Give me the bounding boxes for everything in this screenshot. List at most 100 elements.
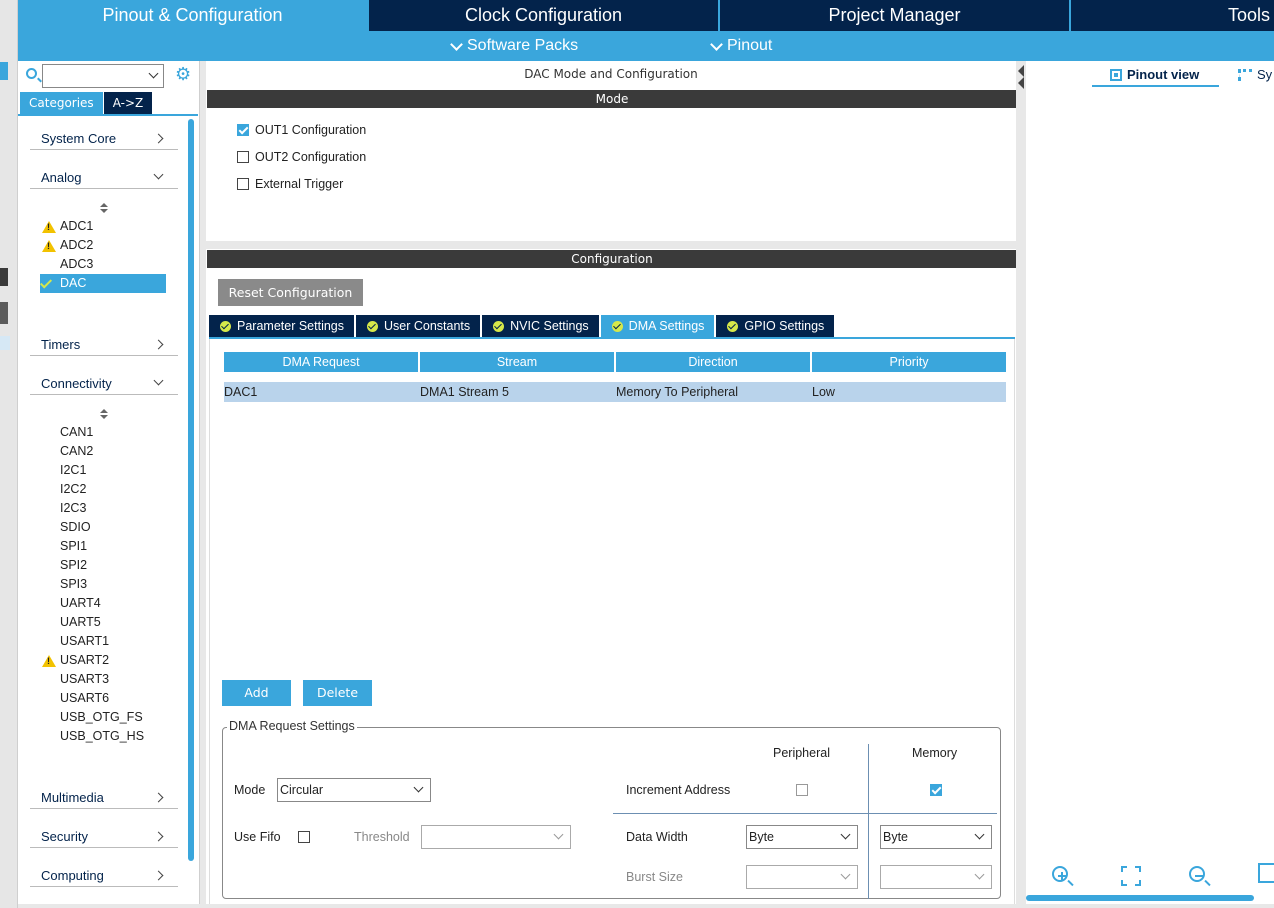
zoom-in-icon[interactable] (1052, 866, 1074, 888)
ok-icon (611, 320, 623, 332)
add-button[interactable]: Add (222, 680, 291, 706)
sort-icon[interactable] (100, 203, 108, 215)
list-item-uart5[interactable]: UART5 (40, 613, 166, 632)
list-item-adc1[interactable]: ADC1 (40, 217, 166, 236)
external-trigger-checkbox[interactable]: External Trigger (237, 177, 343, 191)
list-item-label: CAN2 (60, 444, 94, 458)
sort-icon[interactable] (100, 409, 108, 421)
increment-peripheral-checkbox[interactable] (796, 784, 808, 796)
tab-clock-configuration[interactable]: Clock Configuration (369, 0, 720, 31)
tab-gpio-settings[interactable]: GPIO Settings (716, 315, 835, 337)
table-cell: Memory To Peripheral (616, 385, 739, 399)
layout-icon[interactable] (1258, 863, 1274, 883)
reset-configuration-button[interactable]: Reset Configuration (218, 279, 363, 306)
list-item-label: SPI2 (60, 558, 88, 572)
tab-project-manager[interactable]: Project Manager (720, 0, 1071, 31)
list-item-spi3[interactable]: SPI3 (40, 575, 166, 594)
burst-size-memory-select[interactable] (880, 865, 992, 889)
threshold-select[interactable] (421, 825, 571, 849)
category-system-core[interactable]: System Core (30, 128, 178, 150)
list-item-uart4[interactable]: UART4 (40, 594, 166, 613)
list-item-i2c3[interactable]: I2C3 (40, 499, 166, 518)
tab-a-to-z[interactable]: A->Z (103, 92, 153, 114)
chevron-down-icon[interactable] (148, 68, 159, 79)
list-item-can2[interactable]: CAN2 (40, 442, 166, 461)
list-item-usart2[interactable]: USART2 (40, 651, 166, 670)
tab-pinout-view[interactable]: Pinout view (1110, 67, 1199, 82)
ok-icon (220, 320, 231, 332)
tab-user-constants[interactable]: User Constants (356, 315, 481, 337)
search-input[interactable] (42, 64, 164, 88)
out1-configuration-checkbox[interactable]: OUT1 Configuration (237, 123, 366, 137)
list-item-usart3[interactable]: USART3 (40, 670, 166, 689)
data-width-memory-select[interactable]: Byte (880, 825, 992, 849)
tab-nvic-settings[interactable]: NVIC Settings (482, 315, 599, 337)
tab-tools[interactable]: Tools (1071, 0, 1274, 31)
tab-system-view[interactable]: Sy (1238, 67, 1272, 82)
list-item-label: SPI1 (60, 539, 88, 553)
burst-size-peripheral-select[interactable] (746, 865, 858, 889)
fit-to-screen-icon[interactable] (1121, 866, 1143, 888)
pinout-menu[interactable]: Pinout (710, 37, 772, 55)
tab-dma-settings[interactable]: DMA Settings (600, 315, 715, 337)
data-width-peripheral-select[interactable]: Byte (746, 825, 858, 849)
category-label: Multimedia (41, 790, 104, 805)
tab-parameter-settings[interactable]: Parameter Settings (209, 315, 354, 337)
category-analog[interactable]: Analog (30, 167, 178, 189)
threshold-label: Threshold (354, 830, 410, 844)
column-header[interactable]: Direction (616, 352, 810, 372)
column-header[interactable]: DMA Request (224, 352, 418, 372)
category-connectivity[interactable]: Connectivity (30, 373, 178, 395)
category-label: Connectivity (41, 376, 112, 391)
list-item-label: SDIO (60, 520, 91, 534)
category-security[interactable]: Security (30, 826, 178, 848)
category-label: Timers (41, 337, 81, 352)
zoom-out-icon[interactable] (1189, 866, 1211, 888)
tab-categories[interactable]: Categories (20, 92, 103, 114)
list-item-usb-otg-fs[interactable]: USB_OTG_FS (40, 708, 166, 727)
gear-icon[interactable]: ⚙ (175, 66, 193, 84)
chevron-down-icon (840, 829, 851, 840)
list-item-label: USB_OTG_FS (60, 710, 143, 724)
list-item-adc3[interactable]: ADC3 (40, 255, 166, 274)
chevron-right-icon (153, 339, 164, 350)
list-item-i2c2[interactable]: I2C2 (40, 480, 166, 499)
collapse-panel-handle[interactable] (1016, 61, 1026, 904)
horizontal-scrollbar[interactable] (1026, 895, 1254, 901)
list-item-spi1[interactable]: SPI1 (40, 537, 166, 556)
checkbox-unchecked[interactable] (237, 178, 249, 190)
list-item-label: ADC1 (60, 219, 94, 233)
out2-configuration-checkbox[interactable]: OUT2 Configuration (237, 150, 366, 164)
category-timers[interactable]: Timers (30, 334, 178, 356)
delete-button[interactable]: Delete (303, 680, 372, 706)
category-multimedia[interactable]: Multimedia (30, 787, 178, 809)
chevron-down-icon (153, 375, 164, 386)
column-header[interactable]: Stream (420, 352, 614, 372)
fieldset-legend: DMA Request Settings (227, 719, 357, 733)
section-splitter[interactable] (206, 241, 1018, 249)
list-item-dac[interactable]: DAC (39, 274, 166, 293)
category-computing[interactable]: Computing (30, 865, 178, 887)
list-item-usb-otg-hs[interactable]: USB_OTG_HS (40, 727, 166, 746)
chip-icon (1110, 68, 1122, 81)
vertical-scrollbar[interactable] (188, 119, 194, 861)
list-item-label: USB_OTG_HS (60, 729, 145, 743)
list-item-i2c1[interactable]: I2C1 (40, 461, 166, 480)
list-item-spi2[interactable]: SPI2 (40, 556, 166, 575)
checkbox-unchecked[interactable] (237, 151, 249, 163)
column-header[interactable]: Priority (812, 352, 1006, 372)
list-item-usart1[interactable]: USART1 (40, 632, 166, 651)
table-cell: DAC1 (224, 385, 258, 399)
list-item-sdio[interactable]: SDIO (40, 518, 166, 537)
checkbox-checked[interactable] (237, 124, 249, 136)
table-row[interactable]: DAC1 DMA1 Stream 5 Memory To Peripheral … (224, 382, 1006, 402)
chevron-down-icon (974, 869, 985, 880)
list-item-usart6[interactable]: USART6 (40, 689, 166, 708)
mode-select[interactable]: Circular (277, 778, 431, 802)
list-item-can1[interactable]: CAN1 (40, 423, 166, 442)
list-item-adc2[interactable]: ADC2 (40, 236, 166, 255)
use-fifo-checkbox[interactable] (298, 831, 310, 843)
tab-pinout-configuration[interactable]: Pinout & Configuration (18, 0, 369, 31)
software-packs-menu[interactable]: Software Packs (450, 37, 578, 55)
increment-memory-checkbox[interactable] (930, 784, 942, 796)
